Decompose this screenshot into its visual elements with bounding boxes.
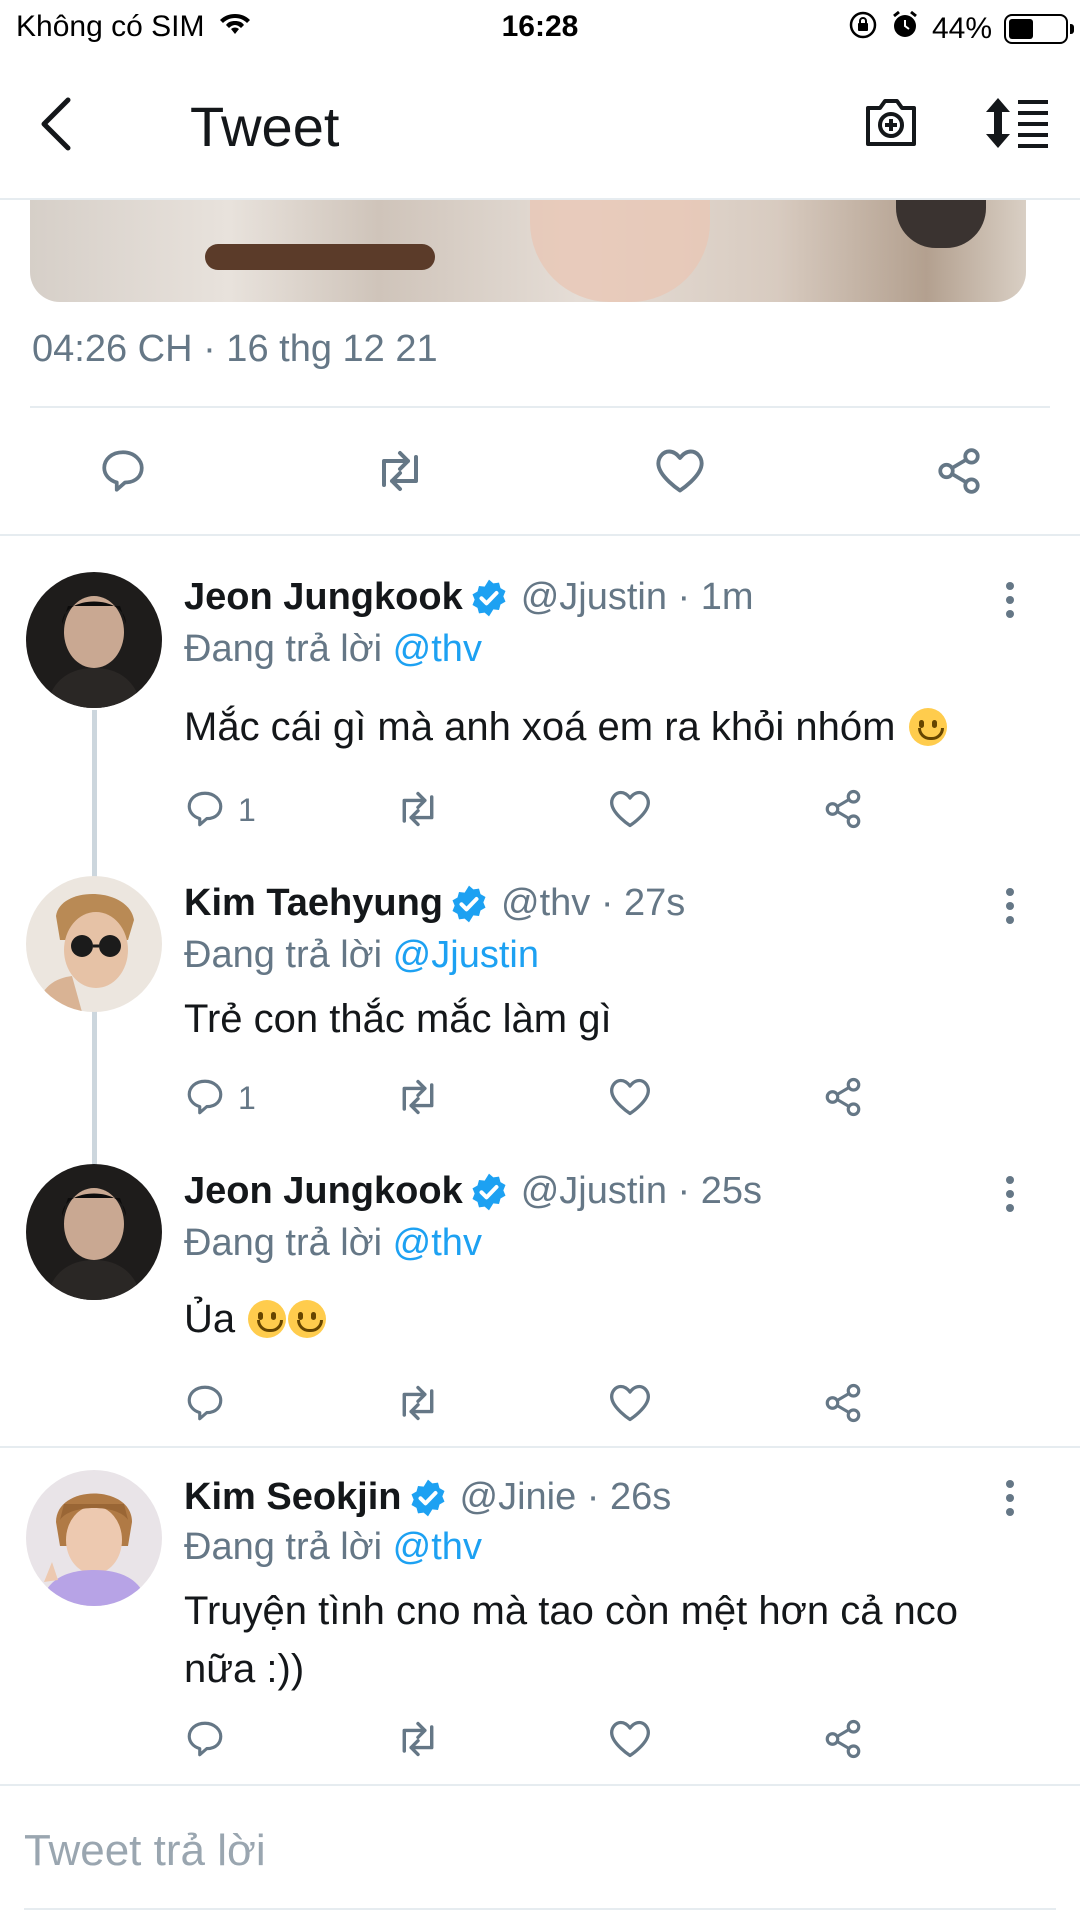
handle-time: @Jinie · 26s (459, 1476, 672, 1518)
battery-percent: 44% (931, 12, 992, 45)
reply-text-line: nữa :)) (184, 1647, 305, 1691)
tweet-image[interactable] (30, 188, 1026, 302)
display-name[interactable]: Jeon Jungkook (184, 1170, 463, 1213)
status-right: 44% (848, 10, 1074, 48)
image-hand (530, 188, 710, 302)
avatar[interactable] (26, 876, 162, 1012)
reply-icon[interactable] (98, 446, 148, 496)
verified-icon (472, 579, 506, 616)
display-name[interactable]: Kim Taehyung (184, 882, 443, 925)
like-icon[interactable] (608, 1718, 652, 1760)
more-options-icon[interactable] (1000, 1478, 1020, 1518)
reply-header: Jeon Jungkook @Jjustin · 1m (184, 576, 754, 619)
replying-to: Đang trả lời @thv (184, 1222, 482, 1265)
camera-plus-icon[interactable] (862, 94, 920, 150)
share-icon[interactable] (934, 446, 984, 496)
tweet-timestamp: 04:26 CH · 16 thg 12 21 (32, 328, 438, 370)
mention-link[interactable]: @thv (393, 1526, 482, 1568)
status-bar: Không có SIM 16:28 44% (0, 0, 1080, 54)
share-icon[interactable] (822, 1076, 864, 1118)
reply-icon[interactable] (184, 1076, 226, 1118)
more-options-icon[interactable] (1000, 1174, 1020, 1214)
slightly-smiling-emoji-icon (288, 1300, 327, 1338)
replying-to: Đang trả lời @thv (184, 1526, 482, 1569)
replying-to: Đang trả lời @Jjustin (184, 934, 539, 977)
more-options-icon[interactable] (1000, 886, 1020, 926)
reply-header: Jeon Jungkook @Jjustin · 25s (184, 1170, 762, 1213)
chevron-left-icon[interactable] (34, 94, 84, 154)
like-icon[interactable] (608, 788, 652, 830)
mention-link[interactable]: @thv (393, 1222, 482, 1264)
retweet-icon[interactable] (394, 788, 442, 830)
like-icon[interactable] (608, 1382, 652, 1424)
image-bracelet (205, 244, 435, 270)
thread-line (92, 710, 97, 882)
handle-time: @thv · 27s (501, 882, 686, 924)
reply-header: Kim Seokjin @Jinie · 26s (184, 1476, 671, 1519)
handle-time: @Jjustin · 1m (520, 576, 754, 618)
reply-count: 1 (238, 1080, 256, 1116)
retweet-icon[interactable] (394, 1718, 442, 1760)
reply-text-content: Mắc cái gì mà anh xoá em ra khỏi nhóm (184, 705, 896, 749)
verified-icon (452, 885, 486, 922)
replying-prefix: Đang trả lời (184, 934, 383, 976)
avatar[interactable] (26, 1164, 162, 1300)
reply-text-content: Ủa (184, 1297, 236, 1341)
reply-icon[interactable] (184, 788, 226, 830)
reply-icon[interactable] (184, 1718, 226, 1760)
reply-text-line: Truyện tình cno mà tao còn mệt hơn cả nc… (184, 1589, 959, 1633)
mention-link[interactable]: @Jjustin (393, 934, 539, 976)
thread-line (92, 1010, 97, 1166)
battery-level (1009, 19, 1033, 39)
share-icon[interactable] (822, 788, 864, 830)
avatar[interactable] (26, 572, 162, 708)
handle-time: @Jjustin · 25s (520, 1170, 763, 1212)
reply-text: Ủa (184, 1290, 327, 1348)
like-icon[interactable] (654, 446, 706, 496)
divider (0, 534, 1080, 536)
divider (0, 1784, 1080, 1786)
share-icon[interactable] (822, 1718, 864, 1760)
reply-text: Mắc cái gì mà anh xoá em ra khỏi nhóm (184, 698, 947, 756)
slightly-smiling-emoji-icon (248, 1300, 287, 1338)
divider (0, 1446, 1080, 1448)
divider (30, 406, 1050, 408)
reply-compose-input[interactable]: Tweet trả lời (24, 1826, 266, 1876)
like-icon[interactable] (608, 1076, 652, 1118)
share-icon[interactable] (822, 1382, 864, 1424)
retweet-icon[interactable] (394, 1076, 442, 1118)
mention-link[interactable]: @thv (393, 628, 482, 670)
rotation-lock-icon (848, 10, 878, 48)
sort-icon[interactable] (984, 96, 1050, 150)
more-options-icon[interactable] (1000, 580, 1020, 620)
reply-header: Kim Taehyung @thv · 27s (184, 882, 685, 925)
reply-text: Trẻ con thắc mắc làm gì (184, 997, 612, 1041)
reply-icon[interactable] (184, 1382, 226, 1424)
page-title: Tweet (190, 95, 340, 158)
display-name[interactable]: Kim Seokjin (184, 1476, 402, 1519)
replying-prefix: Đang trả lời (184, 1222, 383, 1264)
compose-underline (24, 1908, 1056, 1910)
reply-count: 1 (238, 792, 256, 828)
retweet-icon[interactable] (372, 446, 428, 496)
replying-to: Đang trả lời @thv (184, 628, 482, 671)
display-name[interactable]: Jeon Jungkook (184, 576, 463, 619)
verified-icon (411, 1479, 444, 1516)
verified-icon (472, 1173, 506, 1210)
replying-prefix: Đang trả lời (184, 628, 383, 670)
slightly-smiling-emoji-icon (908, 708, 947, 746)
retweet-icon[interactable] (394, 1382, 442, 1424)
reply-text: Truyện tình cno mà tao còn mệt hơn cả nc… (184, 1582, 958, 1698)
nav-bar: Tweet (0, 54, 1080, 200)
alarm-icon (890, 10, 920, 48)
battery-icon (1004, 14, 1074, 44)
avatar[interactable] (26, 1470, 162, 1606)
replying-prefix: Đang trả lời (184, 1526, 383, 1568)
